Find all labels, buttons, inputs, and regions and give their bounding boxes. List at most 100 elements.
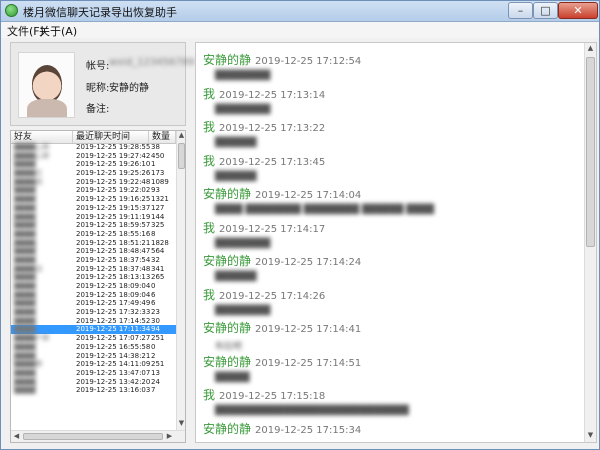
scrollbar-thumb[interactable] [23, 433, 163, 440]
contact-list[interactable]: 好友 最近聊天时间 数量 ████心群 2019-12-25 19:28:55 38… [10, 130, 186, 443]
contact-count: 325 [151, 221, 165, 230]
contact-row[interactable]: ████ 2019-12-25 17:14:52 30 [11, 317, 176, 326]
contact-name: ████ [14, 212, 36, 221]
app-logo-icon [5, 4, 18, 17]
contact-row[interactable]: ████ 2019-12-25 18:13:13 265 [11, 273, 176, 282]
contact-row[interactable]: ████心群 2019-12-25 19:28:55 38 [11, 143, 176, 152]
scroll-down-arrow-icon[interactable]: ▼ [585, 431, 596, 439]
contact-name: ████ [14, 247, 36, 256]
contact-count: 1 [151, 160, 156, 169]
scroll-down-arrow-icon[interactable]: ▼ [177, 419, 185, 427]
contact-row[interactable]: ████ 2019-12-25 18:37:54 32 [11, 256, 176, 265]
contact-row[interactable]: ████ 2019-12-25 13:42:20 24 [11, 378, 176, 387]
contact-row[interactable]: ████ 2019-12-25 18:51:21 1828 [11, 239, 176, 248]
scroll-up-arrow-icon[interactable]: ▲ [585, 44, 596, 52]
contact-row[interactable]: ████ 2019-12-25 13:16:03 7 [11, 386, 176, 395]
contact-list-vertical-scrollbar[interactable]: ▲ ▼ [176, 131, 185, 430]
message-timestamp: 2019-12-25 17:15:18 [219, 391, 326, 402]
scrollbar-thumb[interactable] [178, 143, 185, 169]
avatar [18, 52, 75, 118]
contact-count: 144 [151, 212, 165, 221]
contact-name: ████ [14, 308, 36, 317]
scroll-up-arrow-icon[interactable]: ▲ [177, 131, 185, 139]
minimize-button[interactable]: – [508, 2, 533, 19]
contact-row[interactable]: ████ 2019-12-25 17:32:33 23 [11, 308, 176, 317]
window-title: 楼月微信聊天记录导出恢复助手 [23, 6, 177, 19]
maximize-button[interactable]: □ [533, 2, 558, 19]
contact-row[interactable]: ████户群 2019-12-25 17:07:27 251 [11, 334, 176, 343]
contact-time: 2019-12-25 19:22:48 [76, 177, 151, 186]
message-sender: 安静的静 [203, 354, 252, 369]
column-header-last-chat-time[interactable]: 最近聊天时间 [73, 131, 149, 143]
contact-row[interactable]: ████心群 2019-12-25 19:27:42 450 [11, 152, 176, 161]
chat-message: 安静的静 2019-12-25 17:14:24 ██████ [203, 252, 583, 282]
contact-row[interactable]: ████ 2019-12-25 18:55:16 8 [11, 230, 176, 239]
contact-row[interactable]: ████ 2019-12-25 19:22:02 93 [11, 186, 176, 195]
contact-row[interactable]: ████ 2019-12-25 18:09:04 0 [11, 282, 176, 291]
contact-row[interactable]: ████ 2019-12-25 19:26:10 1 [11, 160, 176, 169]
contact-row[interactable]: ████ 2019-12-25 18:09:04 6 [11, 291, 176, 300]
contact-time: 2019-12-25 19:11:19 [76, 212, 151, 221]
contact-time: 2019-12-25 18:37:54 [76, 255, 151, 264]
contact-name: ████心群 [14, 151, 50, 160]
contact-name: ████ [14, 299, 36, 308]
contact-list-horizontal-scrollbar[interactable]: ◀ ▶ [11, 430, 185, 442]
contact-count: 265 [151, 273, 165, 282]
contact-name: ████ [14, 386, 36, 395]
contact-row[interactable]: ████ 2019-12-25 18:59:57 325 [11, 221, 176, 230]
contact-time: 2019-12-25 19:22:02 [76, 186, 151, 195]
scrollbar-thumb[interactable] [586, 57, 595, 247]
chat-history-panel[interactable]: 安静的静 2019-12-25 17:12:54 ████████ 我 2019-12-… [195, 42, 597, 443]
account-label: 帐号: [86, 61, 110, 72]
contact-time: 2019-12-25 14:38:21 [76, 351, 151, 360]
message-content: ████ ████████ ████████ ██████ ████ [215, 205, 435, 215]
contact-row[interactable]: ████活 2019-12-25 18:37:48 341 [11, 265, 176, 274]
contact-time: 2019-12-25 18:55:16 [76, 229, 151, 238]
contact-name: ████心群 [14, 143, 50, 151]
message-content: ████████████████████████████ [215, 406, 409, 416]
contact-row[interactable]: ████统 2019-12-25 19:22:48 1089 [11, 178, 176, 187]
contact-row[interactable]: ████ 2019-12-25 17:49:49 6 [11, 299, 176, 308]
contact-time: 2019-12-25 18:48:47 [76, 247, 151, 256]
contact-name: ████ [14, 238, 36, 247]
chat-vertical-scrollbar[interactable]: ▲ ▼ [584, 43, 596, 442]
contact-time: 2019-12-25 18:59:57 [76, 221, 151, 230]
contact-row[interactable]: ████ 2019-12-25 13:47:07 13 [11, 369, 176, 378]
message-timestamp: 2019-12-25 17:14:04 [255, 190, 362, 201]
contact-row[interactable]: ████ 2019-12-25 16:55:58 0 [11, 343, 176, 352]
contact-time: 2019-12-25 17:32:33 [76, 308, 151, 317]
message-content: 布拉吧 [215, 342, 243, 352]
message-sender: 安静的静 [203, 421, 252, 436]
title-bar[interactable]: 楼月微信聊天记录导出恢复助手 – □ ✕ [1, 1, 599, 22]
close-button[interactable]: ✕ [558, 2, 598, 19]
contact-name: ████ [14, 186, 36, 195]
message-timestamp: 2019-12-25 17:14:17 [219, 223, 326, 235]
contact-name: ████ [14, 290, 36, 299]
contact-row[interactable]: ████ 2019-12-25 14:38:21 2 [11, 352, 176, 361]
column-header-count[interactable]: 数量 [149, 131, 176, 143]
contact-time: 2019-12-25 18:51:21 [76, 238, 151, 247]
column-header-friend[interactable]: 好友 [11, 131, 73, 143]
scroll-left-arrow-icon[interactable]: ◀ [12, 432, 21, 440]
contact-row[interactable]: ████ 2019-12-25 19:16:25 1321 [11, 195, 176, 204]
contact-count: 32 [151, 255, 160, 264]
scroll-right-arrow-icon[interactable]: ▶ [165, 432, 174, 440]
menu-about[interactable]: 关于(A) [39, 23, 77, 39]
message-timestamp: 2019-12-25 17:13:45 [219, 156, 326, 168]
contact-row[interactable]: ████ 2019-12-25 18:48:47 564 [11, 247, 176, 256]
contact-count: 6 [151, 299, 156, 308]
contact-time: 2019-12-25 19:28:55 [76, 143, 151, 151]
contact-row[interactable]: ████群 2019-12-25 14:11:09 251 [11, 360, 176, 369]
contact-row[interactable]: ████ 2019-12-25 19:11:19 144 [11, 213, 176, 222]
message-sender: 安静的静 [203, 187, 252, 201]
contact-row[interactable]: ████庄 2019-12-25 19:25:26 173 [11, 169, 176, 178]
contact-row[interactable]: ████ 2019-12-25 19:15:37 127 [11, 204, 176, 213]
contact-count: 2 [151, 351, 156, 360]
contact-count: 251 [151, 334, 165, 343]
contact-name: ████ [14, 195, 36, 204]
avatar-face-icon [32, 65, 62, 103]
contact-name: ████ [14, 221, 36, 230]
contact-name: ████ [14, 203, 36, 212]
contact-count: 93 [151, 186, 160, 195]
contact-row[interactable]: ████ 2019-12-25 17:11:34 94 [11, 325, 176, 335]
